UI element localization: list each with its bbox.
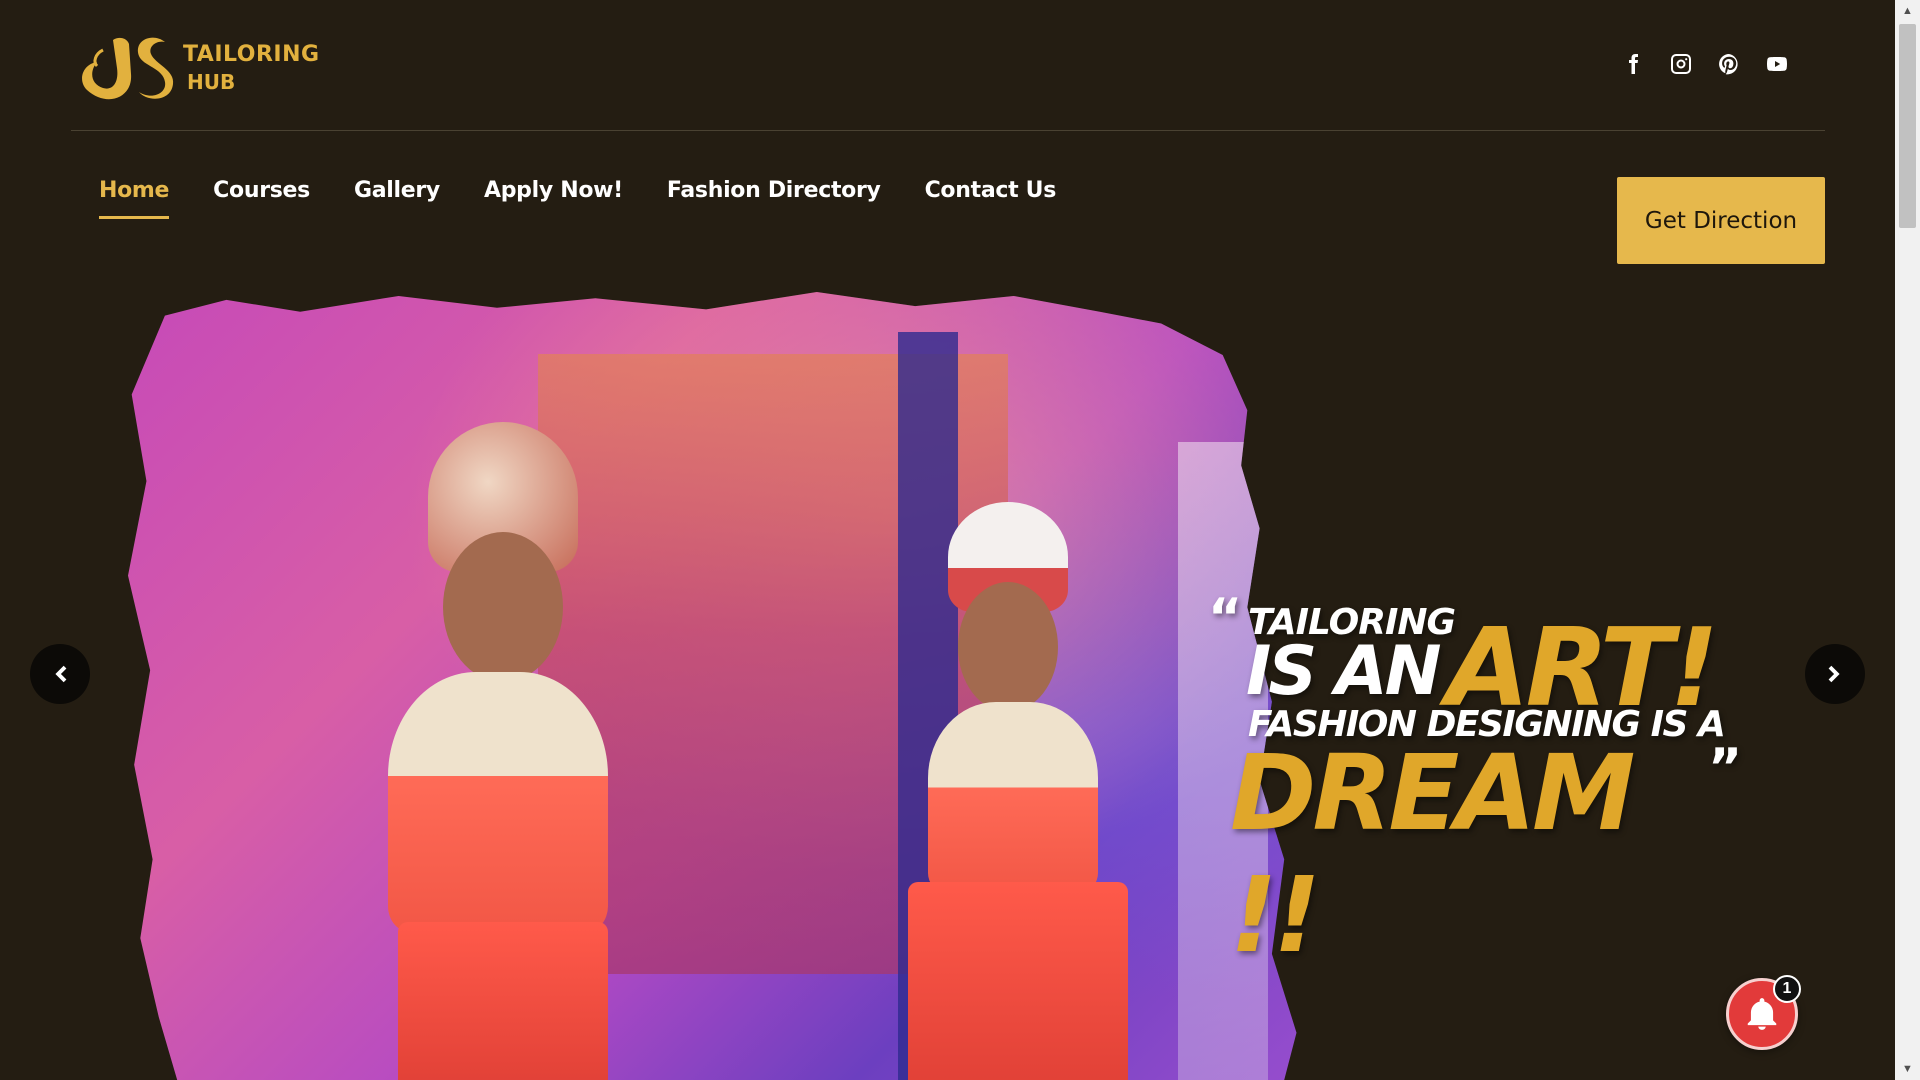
logo-monogram-icon: [82, 37, 174, 100]
facebook-icon[interactable]: [1621, 52, 1645, 76]
scroll-up-arrow-icon[interactable]: ▲: [1895, 0, 1920, 22]
notification-count-badge: 1: [1773, 975, 1801, 1003]
nav-item-gallery[interactable]: Gallery: [354, 178, 440, 219]
hero-slide-image: [128, 292, 1297, 1080]
nav-item-home[interactable]: Home: [99, 178, 169, 219]
get-direction-button[interactable]: Get Direction: [1617, 177, 1825, 264]
logo-line1: TAILORING: [183, 42, 320, 67]
header-top-bar: TAILORING HUB: [71, 0, 1825, 131]
carousel-prev-button[interactable]: [30, 644, 90, 704]
logo-line2: HUB: [187, 70, 236, 94]
bell-icon: [1747, 998, 1777, 1030]
site-logo[interactable]: TAILORING HUB: [73, 28, 343, 108]
youtube-icon[interactable]: [1765, 52, 1789, 76]
main-nav: Home Courses Gallery Apply Now! Fashion …: [99, 178, 1056, 219]
instagram-icon[interactable]: [1669, 52, 1693, 76]
chevron-left-icon: [55, 665, 67, 683]
open-quote-mark: “: [1208, 588, 1243, 648]
close-quote-mark: ”: [1708, 738, 1743, 798]
quote-highlight-dream: DREAM !!: [1230, 732, 1635, 976]
pinterest-icon[interactable]: [1717, 52, 1741, 76]
carousel-next-button[interactable]: [1805, 644, 1865, 704]
nav-item-apply-now[interactable]: Apply Now!: [484, 178, 623, 219]
model-figure-right: [848, 502, 1148, 1080]
nav-item-fashion-directory[interactable]: Fashion Directory: [667, 178, 881, 219]
scroll-down-arrow-icon[interactable]: ▼: [1895, 1058, 1920, 1080]
scrollbar-thumb[interactable]: [1899, 24, 1916, 228]
quote-line2: IS AN: [1246, 632, 1441, 711]
chevron-right-icon: [1828, 665, 1840, 683]
logo-wordmark: TAILORING HUB: [183, 42, 320, 94]
page-scrollbar[interactable]: ▲ ▼: [1895, 0, 1920, 1080]
model-figure-left: [318, 422, 678, 1080]
nav-item-contact-us[interactable]: Contact Us: [925, 178, 1057, 219]
hero-quote: “ TAILORING IS AN ART! FASHION DESIGNING…: [1208, 588, 1748, 976]
social-links: [1621, 52, 1789, 76]
nav-item-courses[interactable]: Courses: [213, 178, 310, 219]
notification-bell-button[interactable]: 1: [1726, 975, 1801, 1050]
